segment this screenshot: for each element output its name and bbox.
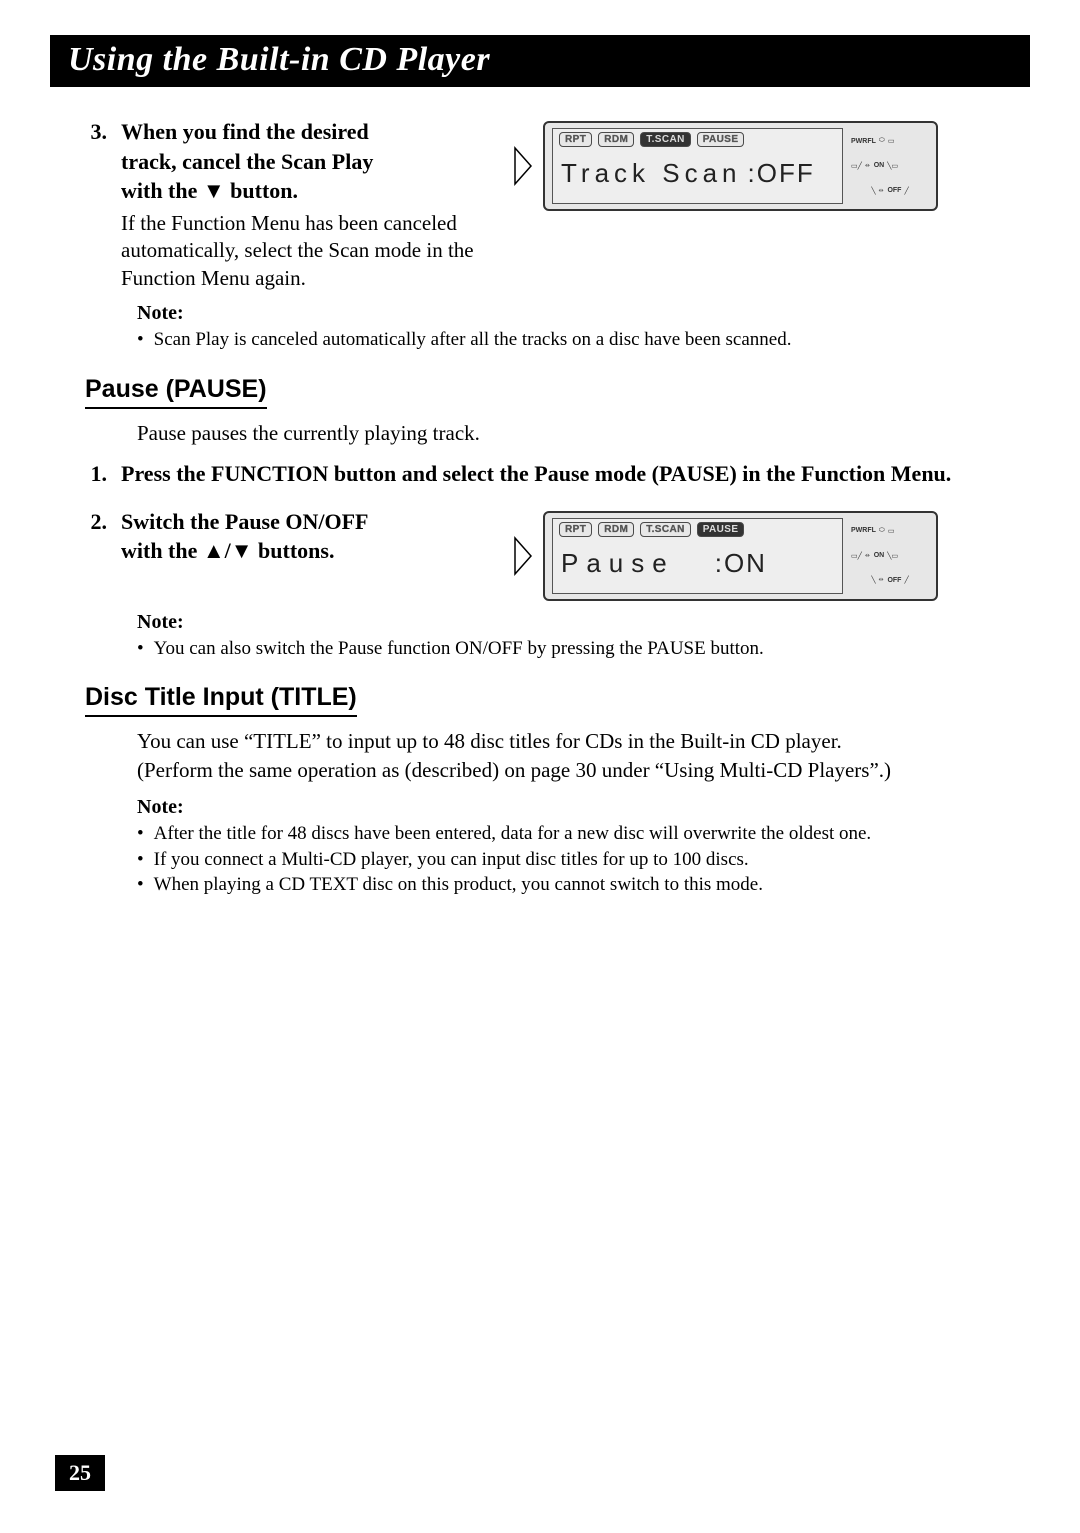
- step-number: 2.: [85, 507, 107, 566]
- step3-title-line2: track, cancel the Scan Play: [121, 147, 485, 177]
- page-header: Using the Built-in CD Player: [50, 35, 1030, 87]
- note-bullet: When playing a CD TEXT disc on this prod…: [154, 872, 763, 898]
- pointer-icon: [513, 536, 533, 576]
- page-title: Using the Built-in CD Player: [68, 41, 490, 78]
- indicator-pause: PAUSE: [697, 132, 745, 147]
- lcd-label: Pause: [561, 548, 675, 579]
- indicator-rpt: RPT: [559, 132, 592, 147]
- lcd-label: Track Scan: [561, 158, 742, 189]
- note-pause: Note: You can also switch the Pause func…: [137, 611, 1015, 662]
- note-scan: Note: Scan Play is canceled automaticall…: [137, 302, 1015, 353]
- title-desc-line1: You can use “TITLE” to input up to 48 di…: [137, 729, 842, 753]
- step-number: 1.: [85, 459, 107, 489]
- lcd-side-panel: PWRFL⬭ ▭ ▭╱ ⦵ON╲▭ ╲⦵OFF╱: [851, 518, 929, 594]
- lcd-side-panel: PWRFL⬭ ▭ ▭╱ ⦵ON╲▭ ╲⦵OFF╱: [851, 128, 929, 204]
- lcd-value: :OFF: [748, 158, 815, 189]
- note-bullet: After the title for 48 discs have been e…: [154, 821, 872, 847]
- heading-pause: Pause (PAUSE): [85, 375, 267, 409]
- pause-step1-title: Press the FUNCTION button and select the…: [121, 459, 1015, 489]
- lcd-display-scan: RPT RDM T.SCAN PAUSE Track Scan :OFF PWR…: [513, 121, 938, 211]
- note-title: Note: After the title for 48 discs have …: [137, 796, 1015, 898]
- indicator-rpt: RPT: [559, 522, 592, 537]
- pwrfl-label: PWRFL: [851, 527, 876, 534]
- note-label: Note:: [137, 796, 1015, 819]
- note-label: Note:: [137, 611, 1015, 634]
- page-content: 3. When you find the desired track, canc…: [55, 117, 1025, 898]
- step3-title-line3: with the ▼ button.: [121, 176, 485, 206]
- page-number: 25: [55, 1455, 105, 1491]
- heading-title-input: Disc Title Input (TITLE): [85, 683, 357, 717]
- note-label: Note:: [137, 302, 1015, 325]
- page-footer: 25: [55, 1455, 105, 1491]
- step3-description: If the Function Menu has been canceled a…: [121, 210, 485, 292]
- title-desc-line2: (Perform the same operation as (describe…: [137, 758, 891, 782]
- note-bullet: You can also switch the Pause function O…: [154, 636, 764, 662]
- lcd-display-pause: RPT RDM T.SCAN PAUSE Pause :ON PWRFL⬭ ▭ …: [513, 511, 938, 601]
- note-bullet: If you connect a Multi-CD player, you ca…: [154, 847, 749, 873]
- lcd-value: :ON: [715, 548, 767, 579]
- pause-step2-line2: with the ▲/▼ buttons.: [121, 536, 485, 566]
- pause-description: Pause pauses the currently playing track…: [137, 419, 1015, 447]
- step3-title-line1: When you find the desired: [121, 117, 485, 147]
- on-label: ON: [874, 162, 885, 169]
- indicator-rdm: RDM: [598, 132, 634, 147]
- on-label: ON: [874, 552, 885, 559]
- indicator-pause: PAUSE: [697, 522, 745, 537]
- title-description: You can use “TITLE” to input up to 48 di…: [137, 727, 1015, 784]
- note-bullet: Scan Play is canceled automatically afte…: [154, 327, 792, 353]
- off-label: OFF: [887, 187, 901, 194]
- pointer-icon: [513, 146, 533, 186]
- indicator-tscan: T.SCAN: [640, 522, 691, 537]
- step-number: 3.: [85, 117, 107, 292]
- off-label: OFF: [887, 577, 901, 584]
- indicator-tscan: T.SCAN: [640, 132, 691, 147]
- pwrfl-label: PWRFL: [851, 138, 876, 145]
- pause-step2-line1: Switch the Pause ON/OFF: [121, 507, 485, 537]
- indicator-rdm: RDM: [598, 522, 634, 537]
